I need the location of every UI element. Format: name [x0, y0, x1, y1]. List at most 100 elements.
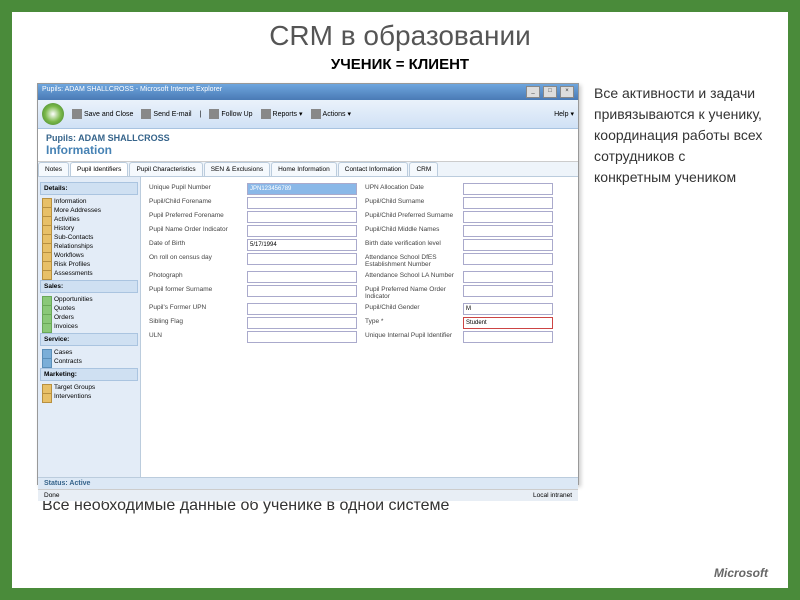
tab-pupil-identifiers[interactable]: Pupil Identifiers: [70, 162, 128, 176]
field-label: Type *: [365, 317, 455, 329]
field-label: Date of Birth: [149, 239, 239, 251]
section-title: Information: [46, 143, 570, 157]
nav-item-sub-contacts[interactable]: Sub-Contacts: [40, 233, 138, 242]
field-label: Pupil Preferred Name Order Indicator: [365, 285, 455, 301]
nav-item-workflows[interactable]: Workflows: [40, 251, 138, 260]
field-label: Pupil/Child Preferred Surname: [365, 211, 455, 223]
nav-item-more-addresses[interactable]: More Addresses: [40, 206, 138, 215]
nav-item-risk-profiles[interactable]: Risk Profiles: [40, 260, 138, 269]
close-button[interactable]: ×: [560, 86, 574, 98]
tab-home-information[interactable]: Home Information: [271, 162, 337, 176]
gear-icon: [311, 109, 321, 119]
field-label: Pupil/Child Forename: [149, 197, 239, 209]
field-input[interactable]: [463, 183, 553, 195]
field-input[interactable]: [463, 239, 553, 251]
field-label: Pupil/Child Gender: [365, 303, 455, 315]
form-area: Unique Pupil Number JPN123456789 UPN Alloc…: [141, 177, 578, 477]
nav-item-orders[interactable]: Orders: [40, 313, 138, 322]
office-orb-icon[interactable]: [42, 103, 64, 125]
field-label: Pupil Name Order Indicator: [149, 225, 239, 237]
field-input[interactable]: [463, 271, 553, 283]
followup-button[interactable]: Follow Up: [209, 109, 252, 119]
field-input[interactable]: [463, 285, 553, 297]
slide-sidetext: Все активности и задачи привязываются к …: [579, 83, 763, 485]
field-input[interactable]: [463, 225, 553, 237]
nav-item-history[interactable]: History: [40, 224, 138, 233]
flag-icon: [209, 109, 219, 119]
report-icon: [261, 109, 271, 119]
field-label: Attendance School LA Number: [365, 271, 455, 283]
field-input[interactable]: [247, 253, 357, 265]
nav-item-target-groups[interactable]: Target Groups: [40, 383, 138, 392]
field-label: On roll on census day: [149, 253, 239, 269]
field-input[interactable]: M: [463, 303, 553, 315]
field-input[interactable]: [247, 197, 357, 209]
send-email-button[interactable]: Send E-mail: [141, 109, 191, 119]
nav-item-assessments[interactable]: Assessments: [40, 269, 138, 278]
record-header: Pupils: ADAM SHALLCROSS Information: [38, 129, 578, 162]
nav-section: Service:: [40, 333, 138, 346]
nav-item-invoices[interactable]: Invoices: [40, 322, 138, 331]
help-button[interactable]: Help ▾: [554, 110, 574, 118]
nav-item-quotes[interactable]: Quotes: [40, 304, 138, 313]
field-label: Unique Internal Pupil Identifier: [365, 331, 455, 343]
field-input[interactable]: Student: [463, 317, 553, 329]
mail-icon: [141, 109, 151, 119]
slide-title: CRM в образовании: [12, 20, 788, 52]
tab-crm[interactable]: CRM: [409, 162, 438, 176]
field-input[interactable]: [463, 253, 553, 265]
field-input[interactable]: [247, 303, 357, 315]
left-nav: Details: InformationMore AddressesActivit…: [38, 177, 141, 477]
microsoft-logo: Microsoft: [714, 566, 768, 580]
tab-sen-exclusions[interactable]: SEN & Exclusions: [204, 162, 270, 176]
field-input[interactable]: 5/17/1994: [247, 239, 357, 251]
save-close-button[interactable]: Save and Close: [72, 109, 133, 119]
crm-screenshot: Pupils: ADAM SHALLCROSS - Microsoft Inte…: [37, 83, 579, 485]
field-input[interactable]: JPN123456789: [247, 183, 357, 195]
field-label: Pupil former Surname: [149, 285, 239, 301]
field-input[interactable]: [463, 197, 553, 209]
zone-label: Local intranet: [533, 492, 572, 499]
field-label: Photograph: [149, 271, 239, 283]
nav-section: Sales:: [40, 280, 138, 293]
actions-button[interactable]: Actions ▾: [311, 109, 351, 119]
field-input[interactable]: [247, 317, 357, 329]
field-label: UPN Allocation Date: [365, 183, 455, 195]
field-label: Pupil/Child Middle Names: [365, 225, 455, 237]
field-input[interactable]: [247, 271, 357, 283]
save-icon: [72, 109, 82, 119]
nav-item-contracts[interactable]: Contracts: [40, 357, 138, 366]
minimize-button[interactable]: _: [526, 86, 540, 98]
field-input[interactable]: [463, 211, 553, 223]
browser-status-bar: Done Local intranet: [38, 489, 578, 501]
field-label: Unique Pupil Number: [149, 183, 239, 195]
field-input[interactable]: [247, 211, 357, 223]
field-input[interactable]: [247, 331, 357, 343]
slide-subtitle: УЧЕНИК = КЛИЕНТ: [12, 56, 788, 73]
window-title: Pupils: ADAM SHALLCROSS - Microsoft Inte…: [42, 86, 222, 98]
nav-item-interventions[interactable]: Interventions: [40, 392, 138, 401]
tab-notes[interactable]: Notes: [38, 162, 69, 176]
field-input[interactable]: [247, 285, 357, 297]
nav-section: Details:: [40, 182, 138, 195]
field-label: Birth date verification level: [365, 239, 455, 251]
nav-item-opportunities[interactable]: Opportunities: [40, 295, 138, 304]
tab-contact-information[interactable]: Contact Information: [338, 162, 409, 176]
reports-button[interactable]: Reports ▾: [261, 109, 303, 119]
maximize-button[interactable]: □: [543, 86, 557, 98]
tab-bar: NotesPupil IdentifiersPupil Characterist…: [38, 162, 578, 177]
nav-item-activities[interactable]: Activities: [40, 215, 138, 224]
field-label: Pupil's Former UPN: [149, 303, 239, 315]
separator: |: [200, 111, 202, 118]
field-label: ULN: [149, 331, 239, 343]
nav-item-information[interactable]: Information: [40, 197, 138, 206]
field-label: Pupil Preferred Forename: [149, 211, 239, 223]
window-controls: _ □ ×: [525, 86, 574, 98]
field-input[interactable]: [247, 225, 357, 237]
nav-item-relationships[interactable]: Relationships: [40, 242, 138, 251]
tab-pupil-characteristics[interactable]: Pupil Characteristics: [129, 162, 202, 176]
nav-item-cases[interactable]: Cases: [40, 348, 138, 357]
done-label: Done: [44, 492, 60, 499]
field-label: Attendance School DfES Establishment Num…: [365, 253, 455, 269]
field-input[interactable]: [463, 331, 553, 343]
